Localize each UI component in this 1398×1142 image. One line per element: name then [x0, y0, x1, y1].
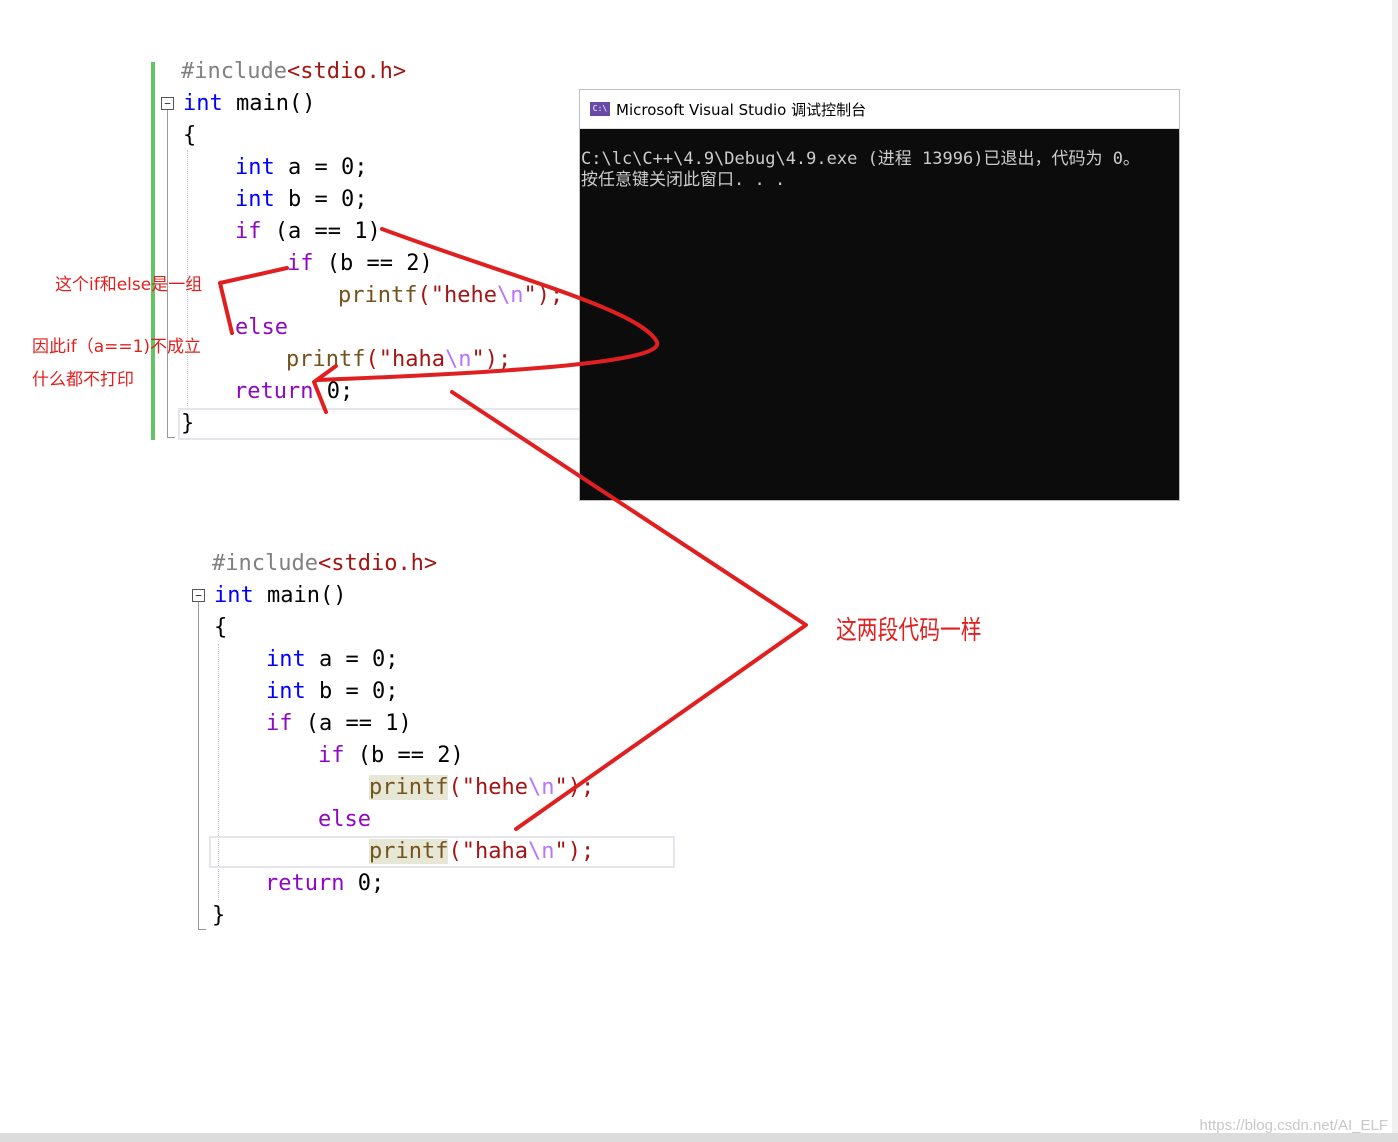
arrow-head — [312, 364, 338, 414]
loop-arrow — [316, 227, 660, 382]
watermark: https://blog.csdn.net/AI_ELF — [1199, 1117, 1388, 1134]
bracket-arrow — [218, 266, 289, 335]
annotation-note: 因此if（a==1)不成立 — [32, 337, 202, 357]
annotation-note: 什么都不打印 — [32, 370, 134, 390]
compare-arrow — [450, 390, 808, 831]
annotation-arrows — [218, 227, 808, 831]
scrollbar[interactable] — [1392, 0, 1398, 1142]
annotation-note: 这个if和else是一组 — [55, 275, 203, 295]
horizontal-scrollbar[interactable] — [0, 1133, 1398, 1142]
annotation-note-large: 这两段代码一样 — [836, 616, 982, 646]
